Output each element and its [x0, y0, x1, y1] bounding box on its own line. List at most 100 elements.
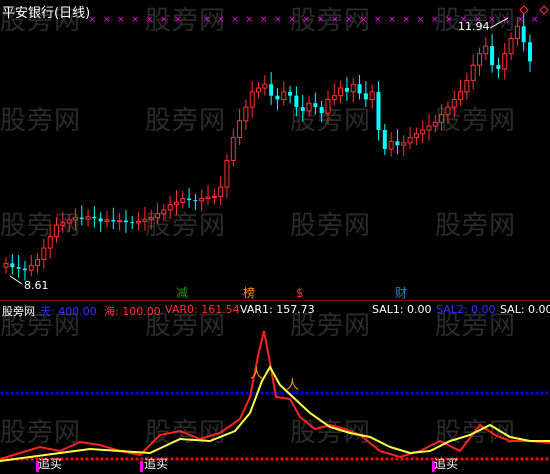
indicator-panel[interactable]: 人人 — [0, 301, 550, 474]
diamond-marker — [519, 5, 529, 15]
candle-body — [211, 195, 217, 198]
red-dot — [255, 457, 259, 461]
signal-marker: × — [388, 15, 396, 25]
blue-dot — [515, 391, 519, 395]
candle-body — [111, 219, 116, 222]
blue-dot — [545, 391, 549, 395]
blue-dot — [440, 391, 444, 395]
red-dot — [400, 457, 404, 461]
blue-dot — [85, 391, 89, 395]
chart-title: 平安银行(日线) — [2, 6, 91, 21]
red-dot — [205, 457, 209, 461]
min-price-label: 8.61 — [24, 279, 49, 292]
candle-body — [224, 159, 230, 188]
candle-body — [363, 93, 368, 100]
badge-cai[interactable]: 财 — [393, 286, 409, 300]
blue-dot — [435, 391, 439, 395]
candle-body — [445, 106, 451, 116]
blue-dot — [260, 391, 264, 395]
candle-body — [123, 220, 128, 223]
blue-dot — [55, 391, 59, 395]
candle-body — [180, 198, 186, 203]
red-dot — [230, 457, 234, 461]
blue-dot — [130, 391, 134, 395]
blue-dot — [210, 391, 214, 395]
signal-marker: × — [288, 15, 296, 25]
red-dot — [285, 457, 289, 461]
blue-dot — [45, 391, 49, 395]
red-dot — [345, 457, 349, 461]
blue-dot — [190, 391, 194, 395]
blue-dot — [25, 391, 29, 395]
blue-dot — [340, 391, 344, 395]
red-dot — [110, 457, 114, 461]
signal-marker: × — [331, 15, 339, 25]
blue-dot — [180, 391, 184, 395]
blue-dot — [160, 391, 164, 395]
blue-dot — [505, 391, 509, 395]
label-var1: VAR1: 157.73 — [240, 303, 315, 316]
blue-dot — [470, 391, 474, 395]
blue-dot — [240, 391, 244, 395]
candle-body — [413, 133, 419, 139]
signal-marker: × — [431, 15, 439, 25]
candle-body — [41, 247, 47, 261]
red-dot — [530, 457, 534, 461]
blue-dot — [360, 391, 364, 395]
signal-marker: × — [131, 15, 139, 25]
signal-marker: × — [217, 15, 225, 25]
candle-body — [117, 220, 123, 223]
candle-body — [464, 79, 470, 93]
price-chart-panel[interactable]: × × × × × × × × × × × × × × × × × × × × × × × × × × × × × × × 平安银行(日线)… — [0, 0, 550, 300]
label-var0: VAR0: 161.54 — [165, 303, 240, 316]
badge-jian[interactable]: 减 — [174, 286, 190, 300]
blue-dot — [500, 391, 504, 395]
candle-body — [22, 268, 27, 271]
red-dot — [80, 457, 84, 461]
candle-body — [218, 186, 224, 197]
indicator-name: 股旁网 — [2, 305, 35, 318]
red-dot — [490, 457, 494, 461]
red-dot — [265, 457, 269, 461]
badge-bang[interactable]: 榜 — [241, 286, 257, 300]
candle-body — [528, 42, 532, 62]
red-dot — [325, 457, 329, 461]
badge-dollar[interactable]: $ — [294, 286, 306, 300]
blue-dot — [245, 391, 249, 395]
blue-dot — [0, 391, 4, 395]
buy-signal-2: 追买 — [144, 457, 169, 471]
red-dot — [275, 457, 279, 461]
signal-marker: × — [303, 15, 311, 25]
red-dot — [320, 457, 324, 461]
blue-dot — [465, 391, 469, 395]
candle-body — [401, 142, 407, 146]
red-dot — [460, 457, 464, 461]
signal-marker: × — [160, 15, 168, 25]
blue-dot — [175, 391, 179, 395]
blue-dot — [370, 391, 374, 395]
signal-marker: × — [531, 15, 539, 25]
candle-body — [350, 83, 356, 93]
blue-dot — [155, 391, 159, 395]
signal-marker: × — [317, 15, 325, 25]
signal-marker: × — [231, 15, 239, 25]
candle-body — [104, 219, 110, 222]
label-hai: 海: 100.00 — [104, 305, 161, 318]
red-dot — [495, 457, 499, 461]
red-dot — [85, 457, 89, 461]
min-pointer — [9, 275, 23, 285]
candle-body — [155, 213, 161, 219]
red-dot — [465, 457, 469, 461]
red-dot — [525, 457, 529, 461]
blue-dot — [375, 391, 379, 395]
signal-marker: × — [174, 15, 182, 25]
candle-body — [426, 125, 432, 131]
signal-marker: × — [417, 15, 425, 25]
red-dot — [260, 457, 264, 461]
candle-body — [476, 53, 482, 66]
label-tian: 天: 400.00 — [40, 305, 97, 318]
label-sal1: SAL1: 0.00 — [372, 303, 432, 316]
signal-marker: × — [374, 15, 382, 25]
blue-dot — [355, 391, 359, 395]
candle-body — [275, 95, 280, 100]
